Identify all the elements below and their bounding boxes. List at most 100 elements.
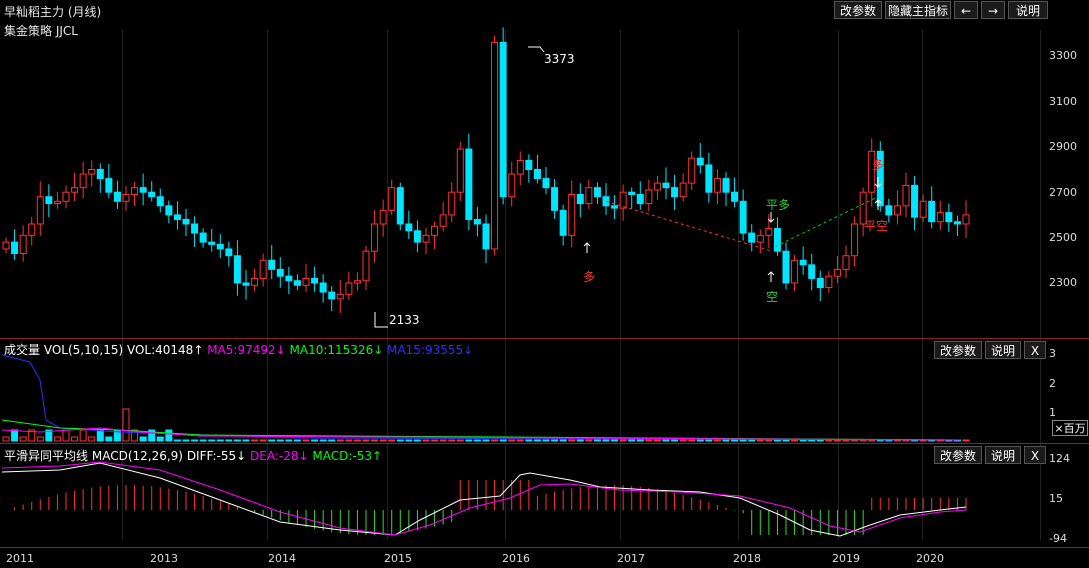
candle-body bbox=[748, 232, 756, 243]
candle-body bbox=[705, 164, 713, 193]
panel-divider bbox=[0, 443, 1089, 444]
candle-body bbox=[311, 277, 319, 284]
candle-body bbox=[953, 221, 961, 225]
macd-help-button[interactable]: 说明 bbox=[985, 446, 1021, 464]
volume-bar bbox=[722, 439, 730, 442]
volume-bar bbox=[79, 429, 87, 442]
candle-body bbox=[851, 223, 859, 257]
y-tick: 1 bbox=[1049, 406, 1056, 419]
candle-body bbox=[516, 159, 524, 175]
volume-bar bbox=[962, 439, 970, 442]
candle-body bbox=[36, 196, 44, 225]
volume-bar bbox=[619, 439, 627, 442]
y-tick: 15 bbox=[1049, 492, 1063, 505]
candle-body bbox=[628, 191, 636, 195]
candle-body bbox=[731, 191, 739, 202]
candle-body bbox=[842, 255, 850, 270]
volume-bar bbox=[311, 439, 319, 442]
volume-bar bbox=[688, 439, 696, 442]
volume-help-button[interactable]: 说明 bbox=[985, 341, 1021, 359]
volume-bar bbox=[11, 429, 19, 442]
volume-bar bbox=[816, 439, 824, 442]
volume-bar bbox=[559, 439, 567, 442]
macd-close-icon[interactable]: X bbox=[1024, 446, 1046, 464]
volume-bar bbox=[671, 439, 679, 442]
candle-body bbox=[131, 187, 139, 195]
candle-body bbox=[593, 187, 601, 198]
volume-bar bbox=[62, 429, 70, 442]
candle-body bbox=[233, 255, 241, 284]
volume-bar bbox=[705, 439, 713, 442]
candle-body bbox=[336, 293, 344, 300]
volume-bar bbox=[405, 439, 413, 442]
candle-body bbox=[533, 169, 541, 180]
volume-bar bbox=[208, 439, 216, 442]
volume-bar bbox=[191, 439, 199, 442]
low-price-label: 2133 bbox=[389, 313, 420, 327]
macd-edit-params-button[interactable]: 改参数 bbox=[934, 446, 982, 464]
candle-body bbox=[405, 223, 413, 232]
volume-bar bbox=[319, 439, 327, 442]
volume-bar bbox=[782, 439, 790, 442]
candle-body bbox=[62, 191, 70, 202]
candle-body bbox=[585, 187, 593, 205]
x-tick: 2018 bbox=[733, 552, 761, 565]
high-price-label: 3373 bbox=[544, 52, 575, 66]
candle-body bbox=[885, 205, 893, 216]
volume-bar bbox=[199, 439, 207, 442]
candle-body bbox=[242, 282, 250, 286]
candle-body bbox=[911, 184, 919, 218]
x-tick: 2014 bbox=[268, 552, 296, 565]
volume-bar bbox=[379, 439, 387, 442]
volume-edit-params-button[interactable]: 改参数 bbox=[934, 341, 982, 359]
volume-bar bbox=[825, 439, 833, 442]
x-tick: 2011 bbox=[6, 552, 34, 565]
volume-bar bbox=[362, 439, 370, 442]
candle-body bbox=[11, 241, 19, 254]
volume-bar bbox=[53, 436, 61, 442]
volume-bar bbox=[525, 439, 533, 442]
volume-close-icon[interactable]: X bbox=[1024, 341, 1046, 359]
x-tick: 2020 bbox=[916, 552, 944, 565]
candle-body bbox=[302, 277, 310, 286]
volume-bar bbox=[371, 439, 379, 442]
volume-bar bbox=[71, 436, 79, 442]
volume-bar bbox=[491, 439, 499, 442]
volume-bar bbox=[499, 439, 507, 442]
signal-close-long: 平多 bbox=[766, 198, 791, 212]
candle-body bbox=[113, 191, 121, 202]
candle-body bbox=[679, 182, 687, 198]
candle-body bbox=[19, 234, 27, 254]
volume-bar bbox=[585, 439, 593, 442]
volume-bar bbox=[653, 439, 661, 442]
y-tick: -94 bbox=[1049, 532, 1067, 545]
volume-bar bbox=[173, 439, 181, 442]
macd-dea-line bbox=[1, 461, 967, 536]
candle-body bbox=[542, 178, 550, 189]
macd-dea: DEA:-28 bbox=[250, 449, 299, 463]
volume-bar bbox=[328, 439, 336, 442]
y-tick: 124 bbox=[1049, 452, 1070, 465]
candle-body bbox=[893, 205, 901, 216]
candle-body bbox=[739, 200, 747, 234]
macd-panel-header: 平滑异同平均线 MACD(12,26,9) DIFF:-55↓ DEA:-28↓… bbox=[4, 449, 383, 463]
y-tick: 2 bbox=[1049, 377, 1056, 390]
volume-bar bbox=[533, 439, 541, 442]
volume-bar bbox=[645, 439, 653, 442]
candle-body bbox=[491, 41, 499, 250]
candle-body bbox=[173, 214, 181, 220]
macd-title: 平滑异同平均线 bbox=[4, 449, 89, 463]
volume-params: VOL(5,10,15) bbox=[43, 343, 124, 357]
candle-body bbox=[319, 282, 327, 293]
candle-body bbox=[139, 187, 147, 193]
candle-body bbox=[431, 225, 439, 236]
volume-bar bbox=[551, 439, 559, 442]
volume-bar bbox=[833, 439, 841, 442]
candle-body bbox=[825, 275, 833, 289]
candle-body bbox=[688, 157, 696, 184]
price-chart[interactable] bbox=[0, 0, 1089, 568]
x-axis-line bbox=[0, 547, 1089, 548]
candle-body bbox=[465, 148, 473, 220]
volume-bar bbox=[422, 439, 430, 442]
volume-bar bbox=[739, 439, 747, 442]
